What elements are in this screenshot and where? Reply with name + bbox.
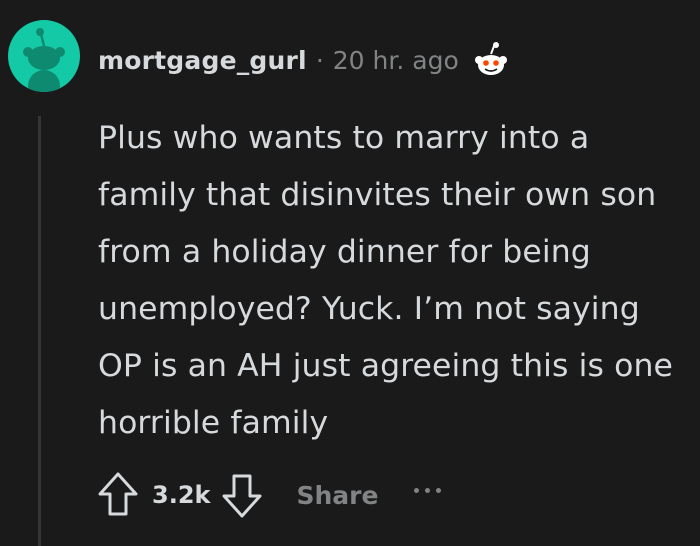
comment-body: Plus who wants to marry into a family th… xyxy=(98,120,674,441)
username-link[interactable]: mortgage_gurl xyxy=(98,46,307,75)
more-dot xyxy=(414,487,420,493)
more-options-icon[interactable] xyxy=(414,487,442,493)
separator-dot: · xyxy=(315,45,324,75)
snoo-face-icon xyxy=(474,42,507,75)
vote-score: 3.2k xyxy=(152,481,211,509)
upvote-arrow-icon[interactable] xyxy=(96,470,140,520)
timestamp[interactable]: 20 hr. ago xyxy=(333,46,459,75)
snoo-avatar-icon xyxy=(23,28,65,92)
more-dot xyxy=(425,487,431,493)
comment-actions: 3.2k Share xyxy=(96,468,442,522)
avatar[interactable] xyxy=(8,20,80,92)
thread-line[interactable] xyxy=(38,116,41,546)
share-button[interactable]: Share xyxy=(296,481,378,510)
more-dot xyxy=(436,487,442,493)
downvote-arrow-icon[interactable] xyxy=(220,470,264,520)
comment-header: mortgage_gurl · 20 hr. ago xyxy=(98,38,511,82)
